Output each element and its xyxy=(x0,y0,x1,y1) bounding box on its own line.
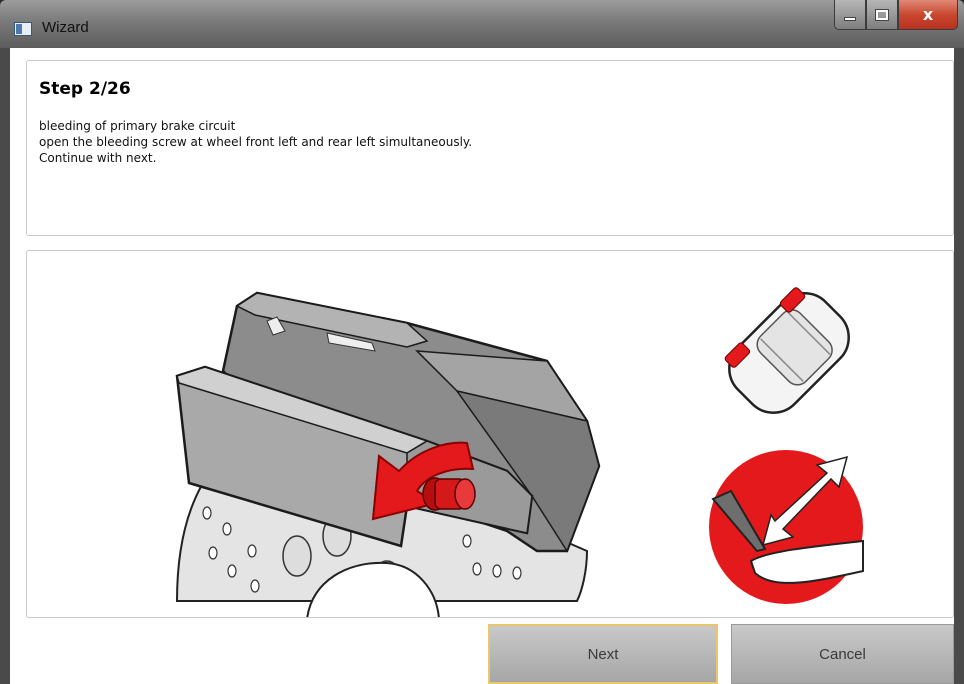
car-top-view xyxy=(724,287,850,414)
step-description-panel: Step 2/26 bleeding of primary brake circ… xyxy=(26,60,954,236)
wizard-window: Wizard x Step 2/26 bleeding of primary b… xyxy=(0,0,964,684)
close-icon: x xyxy=(922,5,934,24)
window-title: Wizard xyxy=(42,19,89,36)
instruction-line: bleeding of primary brake circuit xyxy=(39,119,236,133)
minimize-icon xyxy=(844,16,856,21)
cancel-button[interactable]: Cancel xyxy=(731,624,954,684)
app-icon xyxy=(14,22,32,36)
brake-bleeding-illustration xyxy=(175,287,864,617)
step-instructions: bleeding of primary brake circuit open t… xyxy=(39,118,472,166)
minimize-button[interactable] xyxy=(834,0,866,30)
step-title: Step 2/26 xyxy=(39,79,131,99)
pedal-icon xyxy=(709,450,864,604)
instruction-line: Continue with next. xyxy=(39,151,157,165)
instruction-line: open the bleeding screw at wheel front l… xyxy=(39,135,473,149)
close-button[interactable]: x xyxy=(898,0,958,30)
wizard-content: Step 2/26 bleeding of primary brake circ… xyxy=(10,48,954,684)
title-bar[interactable]: Wizard x xyxy=(0,0,964,48)
illustration-panel xyxy=(26,250,954,618)
maximize-button[interactable] xyxy=(866,0,898,30)
next-button[interactable]: Next xyxy=(488,624,718,684)
bleeding-screw xyxy=(422,477,476,511)
window-controls: x xyxy=(834,0,958,30)
maximize-icon xyxy=(875,8,889,21)
